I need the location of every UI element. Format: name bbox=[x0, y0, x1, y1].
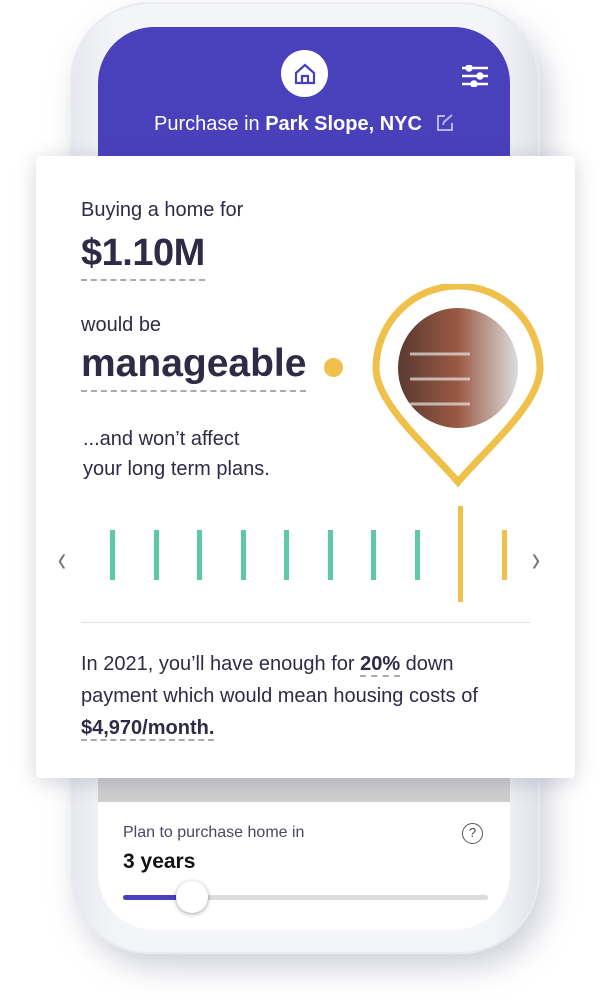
divider-band bbox=[98, 777, 510, 802]
status-dot bbox=[324, 358, 343, 377]
location-pin-image bbox=[370, 282, 546, 495]
scale-tick[interactable] bbox=[501, 530, 507, 580]
help-icon[interactable]: ? bbox=[462, 823, 483, 844]
scale-tick[interactable] bbox=[371, 530, 376, 580]
affordability-verdict: manageable bbox=[81, 342, 307, 392]
verdict-detail: ...and won’t affect your long term plans. bbox=[83, 424, 270, 484]
edit-icon[interactable] bbox=[436, 114, 454, 138]
summary-part: In 2021, you’ll have enough for bbox=[81, 653, 361, 675]
monthly-cost[interactable]: $4,970/month. bbox=[81, 717, 215, 741]
page-title: Purchase in Park Slope, NYC bbox=[98, 113, 510, 138]
header: Purchase in Park Slope, NYC bbox=[98, 27, 510, 162]
plan-value: 3 years bbox=[123, 850, 196, 873]
scale-tick[interactable] bbox=[240, 530, 246, 580]
slider-thumb[interactable] bbox=[176, 881, 209, 913]
years-slider[interactable] bbox=[123, 881, 488, 913]
scale-tick[interactable] bbox=[327, 530, 333, 580]
detail-line-2: your long term plans. bbox=[83, 458, 270, 480]
title-prefix: Purchase in bbox=[154, 113, 266, 135]
chevron-right-icon[interactable]: › bbox=[532, 538, 540, 580]
scale-tick[interactable] bbox=[110, 530, 115, 580]
would-be-text: would be bbox=[81, 314, 162, 336]
scale-tick[interactable] bbox=[284, 530, 289, 580]
affordability-scale bbox=[36, 496, 575, 606]
scale-tick[interactable] bbox=[414, 530, 420, 580]
scale-tick[interactable] bbox=[458, 506, 463, 602]
plan-label: Plan to purchase home in bbox=[123, 824, 305, 841]
home-price[interactable]: $1.10M bbox=[81, 232, 205, 281]
scale-tick[interactable] bbox=[153, 530, 159, 580]
affordability-card: Buying a home for $1.10M would be manage… bbox=[36, 156, 575, 778]
divider bbox=[81, 622, 530, 623]
down-payment-percent[interactable]: 20% bbox=[360, 653, 401, 677]
chevron-left-icon[interactable]: ‹ bbox=[58, 538, 66, 580]
detail-line-1: ...and won’t affect bbox=[83, 428, 240, 450]
home-icon[interactable] bbox=[281, 50, 328, 97]
location[interactable]: Park Slope, NYC bbox=[265, 113, 422, 135]
scale-tick[interactable] bbox=[197, 530, 202, 580]
sliders-icon[interactable] bbox=[462, 64, 488, 92]
intro-text: Buying a home for bbox=[81, 199, 244, 221]
summary-text: In 2021, you’ll have enough for 20% down… bbox=[81, 648, 521, 744]
